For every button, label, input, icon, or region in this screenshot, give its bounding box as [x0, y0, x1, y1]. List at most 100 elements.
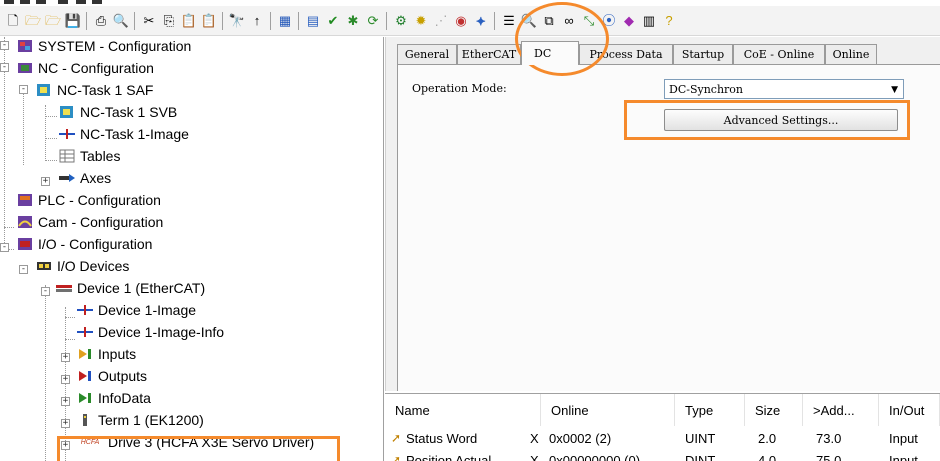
tree-node-device-1[interactable]: Device 1 (EtherCAT) [55, 278, 205, 298]
append-icon[interactable]: ▦ [276, 11, 294, 29]
column-header-label: >Add... [813, 402, 855, 418]
tree-line [45, 116, 57, 117]
tab-coe-online[interactable]: CoE - Online [733, 44, 825, 64]
run-icon[interactable]: ⚙ [392, 11, 410, 29]
plc-icon[interactable]: ◆ [620, 11, 638, 29]
cell-size: 2.0 [758, 430, 777, 446]
plc-config-icon [16, 192, 34, 208]
open-folder-icon[interactable]: 🗁 [44, 11, 62, 29]
tree-node-inputs[interactable]: Inputs [76, 344, 136, 364]
column-header-size[interactable]: Size [745, 394, 803, 426]
column-header-online[interactable]: Online [541, 394, 675, 426]
tab-ethercat[interactable]: EtherCAT [457, 44, 521, 64]
expand-toggle[interactable]: + [61, 353, 70, 362]
print-icon[interactable]: ⎙ [92, 11, 110, 29]
list-view-icon[interactable]: ⯌ [472, 11, 490, 29]
network-icon[interactable]: ◉ [452, 11, 470, 29]
expand-toggle[interactable]: - [0, 41, 9, 50]
tree-node-io-config[interactable]: I/O - Configuration [16, 234, 152, 254]
expand-toggle[interactable]: + [41, 177, 50, 186]
column-header-name[interactable]: Name [385, 394, 541, 426]
check-icon[interactable]: ✔ [324, 11, 342, 29]
expand-toggle[interactable]: - [41, 287, 50, 296]
image-icon [58, 126, 76, 142]
target-icon[interactable]: ⋰ [432, 11, 450, 29]
column-header-label: Name [395, 402, 430, 418]
cut-icon[interactable]: ✂ [140, 11, 158, 29]
image-icon [76, 324, 94, 340]
save-icon[interactable]: 💾 [64, 11, 82, 29]
column-header-type[interactable]: Type [675, 394, 745, 426]
tree-node-nc-task-saf[interactable]: NC-Task 1 SAF [35, 80, 153, 100]
outputs-icon [76, 368, 94, 384]
tree-node-label: Device 1 (EtherCAT) [77, 280, 206, 296]
find-icon[interactable]: 🔭 [228, 11, 246, 29]
tree-node-label: Inputs [98, 346, 137, 362]
copy-icon[interactable]: ⎘ [160, 11, 178, 29]
tree-node-plc-config[interactable]: PLC - Configuration [16, 190, 161, 210]
tree-line [65, 339, 75, 340]
tree-node-label: NC-Task 1-Image [80, 126, 189, 142]
print-preview-icon[interactable]: 🔍 [112, 11, 130, 29]
tab-online[interactable]: Online [825, 44, 877, 64]
trace-icon[interactable]: ✹ [412, 11, 430, 29]
tree-node-infodata[interactable]: InfoData [76, 388, 151, 408]
cam-config-icon [16, 214, 34, 230]
operation-mode-select[interactable]: DC-Synchron ▼ [664, 79, 904, 99]
variable-grid[interactable]: Name Online Type Size >Add... In/Out ➚ S… [385, 393, 940, 461]
paste-icon[interactable]: 📋 [180, 11, 198, 29]
expand-toggle[interactable]: - [19, 265, 28, 274]
system-icon [16, 38, 34, 54]
tree-node-io-devices[interactable]: I/O Devices [35, 256, 129, 276]
cell-online: 0x00000000 (0) [549, 452, 641, 461]
help-icon[interactable]: ? [660, 11, 678, 29]
paste-with-links-icon[interactable]: 📋 [200, 11, 218, 29]
tree-node-device-1-image-info[interactable]: Device 1-Image-Info [76, 322, 224, 342]
column-header-in-out[interactable]: In/Out [879, 394, 940, 426]
trace-view-icon[interactable]: ▥ [640, 11, 658, 29]
tree-node-nc-config[interactable]: NC - Configuration [16, 58, 154, 78]
tab-general[interactable]: General [397, 44, 457, 64]
column-header-address[interactable]: >Add... [803, 394, 879, 426]
reload-icon[interactable]: ⟳ [364, 11, 382, 29]
cell-type: UINT [685, 430, 716, 446]
expand-toggle[interactable]: + [61, 375, 70, 384]
tree-node-cam-config[interactable]: Cam - Configuration [16, 212, 163, 232]
expand-toggle[interactable]: - [0, 63, 9, 72]
drive-3-highlight [57, 436, 340, 461]
task-icon [58, 104, 76, 120]
tree-node-device-1-image[interactable]: Device 1-Image [76, 300, 196, 320]
tree-line [4, 227, 14, 228]
ethercat-device-icon [55, 280, 73, 296]
tree-node-system-config[interactable]: SYSTEM - Configuration [16, 37, 191, 56]
table-row[interactable]: ➚ Position Actual ... X 0x00000000 (0) D… [385, 450, 940, 461]
tree-node-nc-task-image[interactable]: NC-Task 1-Image [58, 124, 189, 144]
cell-address: 73.0 [816, 430, 842, 446]
expand-toggle[interactable]: - [19, 85, 28, 94]
cell-in-out: Input [889, 430, 918, 446]
toolbar-separator [270, 12, 271, 30]
axes-icon [58, 170, 76, 186]
solution-tree[interactable]: - - - + - - - + + + + + SYSTEM - Configu… [0, 37, 384, 461]
expand-toggle[interactable]: + [61, 397, 70, 406]
tab-dc[interactable]: DC [521, 41, 579, 65]
tree-node-tables[interactable]: Tables [58, 146, 120, 166]
dropdown-arrow-icon[interactable]: ▼ [891, 85, 898, 95]
expand-toggle[interactable]: - [0, 243, 9, 252]
expand-toggle[interactable]: + [61, 419, 70, 428]
find-next-icon[interactable]: ↑ [248, 11, 266, 29]
tree-node-axes[interactable]: Axes [58, 168, 111, 188]
tree-node-term-1[interactable]: Term 1 (EK1200) [76, 410, 204, 430]
new-icon[interactable]: 🗋 [4, 11, 22, 29]
tree-node-label: Device 1-Image-Info [98, 324, 225, 340]
tree-node-outputs[interactable]: Outputs [76, 366, 147, 386]
input-var-icon: ➚ [391, 431, 402, 445]
tab-startup[interactable]: Startup [673, 44, 733, 64]
tree-line [45, 105, 46, 159]
search-device-icon[interactable]: ☰ [500, 11, 518, 29]
config-mode-icon[interactable]: ✱ [344, 11, 362, 29]
activate-icon[interactable]: ▤ [304, 11, 322, 29]
open-icon[interactable]: 🗁 [24, 11, 42, 29]
tree-node-nc-task-svb[interactable]: NC-Task 1 SVB [58, 102, 177, 122]
table-row[interactable]: ➚ Status Word X 0x0002 (2) UINT 2.0 73.0… [385, 428, 940, 448]
